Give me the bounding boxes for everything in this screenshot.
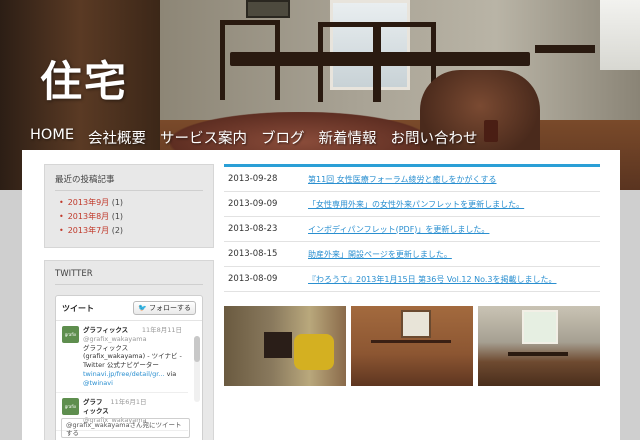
photo-window <box>522 310 558 344</box>
sidebar: 最近の投稿記事 • 2013年9月 (1) • 2013年8月 (1) • 2013年… <box>44 164 214 440</box>
news-date: 2013-08-09 <box>228 274 278 284</box>
news-link[interactable]: 「女性専用外来」の女性外来パンフレットを更新しました。 <box>308 199 524 210</box>
bullet-icon: • <box>59 226 64 235</box>
news-date: 2013-09-09 <box>228 199 278 209</box>
archive-list: • 2013年9月 (1) • 2013年8月 (1) • 2013年7月 (2) <box>55 197 203 236</box>
main-nav: HOME 会社概要 サービス案内 ブログ 新着情報 お問い合わせ <box>30 127 478 148</box>
tweets-heading: ツイート <box>62 303 94 313</box>
archive-link[interactable]: 2013年9月 <box>68 198 109 207</box>
hero-chair <box>220 20 280 100</box>
hero-picture-frame <box>246 0 290 18</box>
site-logo[interactable]: 住宅 <box>40 48 128 109</box>
news-link[interactable]: インボディパンフレット(PDF)」を更新しました。 <box>308 224 489 235</box>
twitter-bird-icon: 🐦 <box>138 304 147 312</box>
hero-window-right <box>600 0 640 70</box>
archive-count: (2) <box>111 226 124 235</box>
photo-wood-room[interactable] <box>351 306 473 386</box>
tweet-compose-input[interactable]: @grafix_wakayamaさん宛にツイートする <box>61 418 190 438</box>
news-date: 2013-08-15 <box>228 249 278 259</box>
tweet-via: via <box>166 369 177 378</box>
tweet-link-line: twinavi.jp/free/detail/gr... via @twinav… <box>83 370 182 388</box>
photo-window <box>401 310 431 338</box>
avatar[interactable]: grafix <box>62 398 79 416</box>
photo-living-room[interactable] <box>224 306 346 386</box>
scrollbar-thumb[interactable] <box>194 336 200 362</box>
nav-news[interactable]: 新着情報 <box>319 127 377 148</box>
archive-item: • 2013年8月 (1) <box>59 211 203 222</box>
news-row: 2013-09-09 「女性専用外来」の女性外来パンフレットを更新しました。 <box>224 192 600 217</box>
hero-side-table <box>535 45 595 53</box>
archive-link[interactable]: 2013年8月 <box>68 212 109 221</box>
photo-yellow-chair <box>294 334 334 370</box>
photo-dining-room[interactable] <box>478 306 600 386</box>
news-link[interactable]: 『わろうて』2013年1月15日 第36号 Vol.12 No.3を掲載しました… <box>308 274 557 285</box>
nav-home[interactable]: HOME <box>30 127 74 148</box>
archive-count: (1) <box>111 212 124 221</box>
nav-blog[interactable]: ブログ <box>261 127 305 148</box>
hero-chair <box>318 22 378 102</box>
nav-services[interactable]: サービス案内 <box>160 127 247 148</box>
hero-cup <box>484 120 498 142</box>
archive-count: (1) <box>111 198 124 207</box>
photo-fireplace <box>264 332 292 358</box>
news-date: 2013-08-23 <box>228 224 278 234</box>
tweet-body: 11年8月11日 グラフィックス @grafix_wakayama グラフィック… <box>83 326 182 387</box>
follow-label: フォローする <box>149 304 191 312</box>
photo-table <box>508 352 568 372</box>
twitter-widget-title: TWITTER <box>55 269 203 285</box>
tweet-link[interactable]: twinavi.jp/free/detail/gr... <box>83 370 164 378</box>
follow-button[interactable]: 🐦 フォローする <box>133 301 196 315</box>
content-card: 最近の投稿記事 • 2013年9月 (1) • 2013年8月 (1) • 2013年… <box>22 150 620 440</box>
twitter-timeline[interactable]: ツイート 🐦 フォローする grafix 11年8月11日 グラフィックス @gr… <box>55 295 203 440</box>
news-link[interactable]: 助産外来」開設ページを更新しました。 <box>308 249 452 260</box>
archive-item: • 2013年9月 (1) <box>59 197 203 208</box>
twitter-widget: TWITTER ツイート 🐦 フォローする grafix 11年8月11日 グラフ… <box>44 260 214 440</box>
news-link[interactable]: 第11回 女性医療フォーラム綾労と癒しをかがくする <box>308 174 496 185</box>
news-section: 2013-09-28 第11回 女性医療フォーラム綾労と癒しをかがくする 201… <box>224 164 600 386</box>
news-row: 2013-09-28 第11回 女性医療フォーラム綾労と癒しをかがくする <box>224 167 600 192</box>
tweet-date[interactable]: 11年8月11日 <box>142 326 182 335</box>
tweet[interactable]: grafix 11年8月11日 グラフィックス @grafix_wakayama… <box>56 321 188 394</box>
nav-company[interactable]: 会社概要 <box>88 127 146 148</box>
news-row: 2013-08-09 『わろうて』2013年1月15日 第36号 Vol.12 … <box>224 267 600 292</box>
archive-item: • 2013年7月 (2) <box>59 225 203 236</box>
photo-gallery <box>224 306 600 386</box>
timeline-scrollbar[interactable] <box>194 336 200 402</box>
archive-link[interactable]: 2013年7月 <box>68 226 109 235</box>
news-row: 2013-08-23 インボディパンフレット(PDF)」を更新しました。 <box>224 217 600 242</box>
news-date: 2013-09-28 <box>228 174 278 184</box>
tweet-via-handle[interactable]: @twinavi <box>83 379 113 387</box>
photo-chairs <box>371 340 451 370</box>
avatar[interactable]: grafix <box>62 326 79 343</box>
recent-posts-widget: 最近の投稿記事 • 2013年9月 (1) • 2013年8月 (1) • 2013年… <box>44 164 214 248</box>
tweet-handle[interactable]: @grafix_wakayama <box>83 335 182 344</box>
nav-contact[interactable]: お問い合わせ <box>391 127 478 148</box>
recent-posts-title: 最近の投稿記事 <box>55 173 203 191</box>
bullet-icon: • <box>59 212 64 221</box>
tweet-date[interactable]: 11年6月1日 <box>111 398 147 407</box>
twitter-header: ツイート 🐦 フォローする <box>56 296 202 321</box>
news-row: 2013-08-15 助産外来」開設ページを更新しました。 <box>224 242 600 267</box>
tweet-text: グラフィックス (grafix_wakayama) - ツイナビ - Twitt… <box>83 343 182 370</box>
bullet-icon: • <box>59 198 64 207</box>
